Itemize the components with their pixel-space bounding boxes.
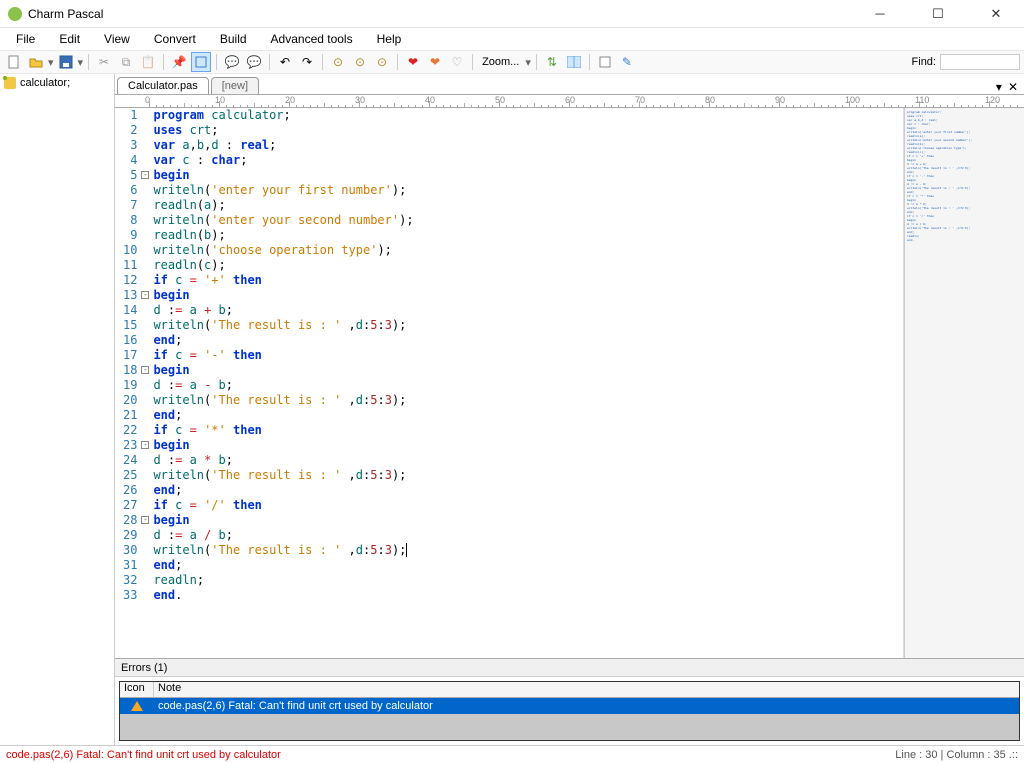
editor-main: Calculator.pas [new] ▾ ✕ 010203040506070… bbox=[115, 74, 1024, 745]
tab-bar: Calculator.pas [new] ▾ ✕ bbox=[115, 74, 1024, 94]
tab-new[interactable]: [new] bbox=[211, 77, 259, 94]
heart-orange-icon[interactable]: ❤ bbox=[425, 52, 445, 72]
menu-file[interactable]: File bbox=[6, 30, 45, 48]
status-caret-position: Line : 30 | Column : 35 .:: bbox=[895, 749, 1018, 761]
find-input[interactable] bbox=[940, 54, 1020, 70]
settings-icon[interactable] bbox=[595, 52, 615, 72]
minimize-button[interactable]: ─ bbox=[860, 2, 900, 26]
status-error-text: code.pas(2,6) Fatal: Can't find unit crt… bbox=[6, 749, 281, 761]
fold-gutter[interactable]: ----- bbox=[141, 108, 151, 658]
tab-menu-icon[interactable]: ▾ bbox=[996, 80, 1002, 94]
warning-icon bbox=[131, 701, 143, 711]
unit-icon bbox=[4, 77, 16, 89]
errors-empty-area bbox=[120, 714, 1019, 740]
code-editor[interactable]: 1234567891011121314151617181920212223242… bbox=[115, 108, 904, 658]
menu-advanced-tools[interactable]: Advanced tools bbox=[261, 30, 363, 48]
close-button[interactable]: ✕ bbox=[976, 2, 1016, 26]
edit-pencil-icon[interactable]: ✎ bbox=[617, 52, 637, 72]
error-note: code.pas(2,6) Fatal: Can't find unit crt… bbox=[154, 700, 1019, 712]
errors-col-icon[interactable]: Icon bbox=[120, 682, 154, 697]
zoom-dropdown[interactable]: Zoom... bbox=[478, 56, 523, 68]
titlebar: Charm Pascal ─ ☐ ✕ bbox=[0, 0, 1024, 28]
heart-grey-icon[interactable]: ♡ bbox=[447, 52, 467, 72]
new-file-icon[interactable] bbox=[4, 52, 24, 72]
window-controls: ─ ☐ ✕ bbox=[860, 2, 1016, 26]
paste-icon[interactable]: 📋 bbox=[138, 52, 158, 72]
bookmark-icon[interactable] bbox=[191, 52, 211, 72]
error-row[interactable]: code.pas(2,6) Fatal: Can't find unit crt… bbox=[120, 698, 1019, 714]
comment-icon[interactable]: 💬 bbox=[222, 52, 242, 72]
statusbar: code.pas(2,6) Fatal: Can't find unit crt… bbox=[0, 745, 1024, 763]
menu-build[interactable]: Build bbox=[210, 30, 257, 48]
tab-calculator[interactable]: Calculator.pas bbox=[117, 77, 209, 94]
menu-edit[interactable]: Edit bbox=[49, 30, 90, 48]
copy-icon[interactable]: ⧉ bbox=[116, 52, 136, 72]
uncomment-icon[interactable]: 💬 bbox=[244, 52, 264, 72]
errors-col-note[interactable]: Note bbox=[154, 682, 1019, 697]
toolbar: ▾ ▾ ✂ ⧉ 📋 📌 💬 💬 ↶ ↷ ⊙ ⊙ ⊙ ❤ ❤ ♡ Zoom... … bbox=[0, 50, 1024, 74]
run-icon[interactable]: ⊙ bbox=[328, 52, 348, 72]
find-box: Find: bbox=[912, 54, 1020, 70]
project-sidebar: calculator; bbox=[0, 74, 115, 745]
ruler: 0102030405060708090100110120130 bbox=[115, 94, 1024, 108]
maximize-button[interactable]: ☐ bbox=[918, 2, 958, 26]
menu-convert[interactable]: Convert bbox=[144, 30, 206, 48]
workspace: calculator; Calculator.pas [new] ▾ ✕ 010… bbox=[0, 74, 1024, 745]
sidebar-item-calculator[interactable]: calculator; bbox=[2, 76, 112, 90]
minimap[interactable]: program calculator; uses crt; var a,b,d … bbox=[904, 108, 1024, 658]
line-gutter: 1234567891011121314151617181920212223242… bbox=[115, 108, 141, 658]
window-title: Charm Pascal bbox=[28, 7, 860, 21]
tab-close-icon[interactable]: ✕ bbox=[1008, 80, 1018, 94]
code-content[interactable]: program calculator;uses crt;var a,b,d : … bbox=[151, 108, 903, 658]
errors-panel: Errors (1) Icon Note code.pas(2,6) Fatal… bbox=[115, 658, 1024, 745]
debug-icon[interactable]: ⊙ bbox=[372, 52, 392, 72]
menu-view[interactable]: View bbox=[94, 30, 140, 48]
build-icon[interactable]: ⊙ bbox=[350, 52, 370, 72]
find-label: Find: bbox=[912, 56, 936, 68]
errors-grid: Icon Note code.pas(2,6) Fatal: Can't fin… bbox=[119, 681, 1020, 741]
redo-icon[interactable]: ↷ bbox=[297, 52, 317, 72]
panel-icon[interactable] bbox=[564, 52, 584, 72]
save-icon[interactable] bbox=[56, 52, 76, 72]
undo-icon[interactable]: ↶ bbox=[275, 52, 295, 72]
pin-icon[interactable]: 📌 bbox=[169, 52, 189, 72]
heart-red-icon[interactable]: ❤ bbox=[403, 52, 423, 72]
cut-icon[interactable]: ✂ bbox=[94, 52, 114, 72]
sort-icon[interactable]: ⇅ bbox=[542, 52, 562, 72]
open-folder-icon[interactable] bbox=[26, 52, 46, 72]
sidebar-item-label: calculator; bbox=[20, 77, 70, 89]
menu-help[interactable]: Help bbox=[367, 30, 412, 48]
menubar: File Edit View Convert Build Advanced to… bbox=[0, 28, 1024, 50]
app-icon bbox=[8, 7, 22, 21]
errors-tab[interactable]: Errors (1) bbox=[115, 659, 1024, 677]
